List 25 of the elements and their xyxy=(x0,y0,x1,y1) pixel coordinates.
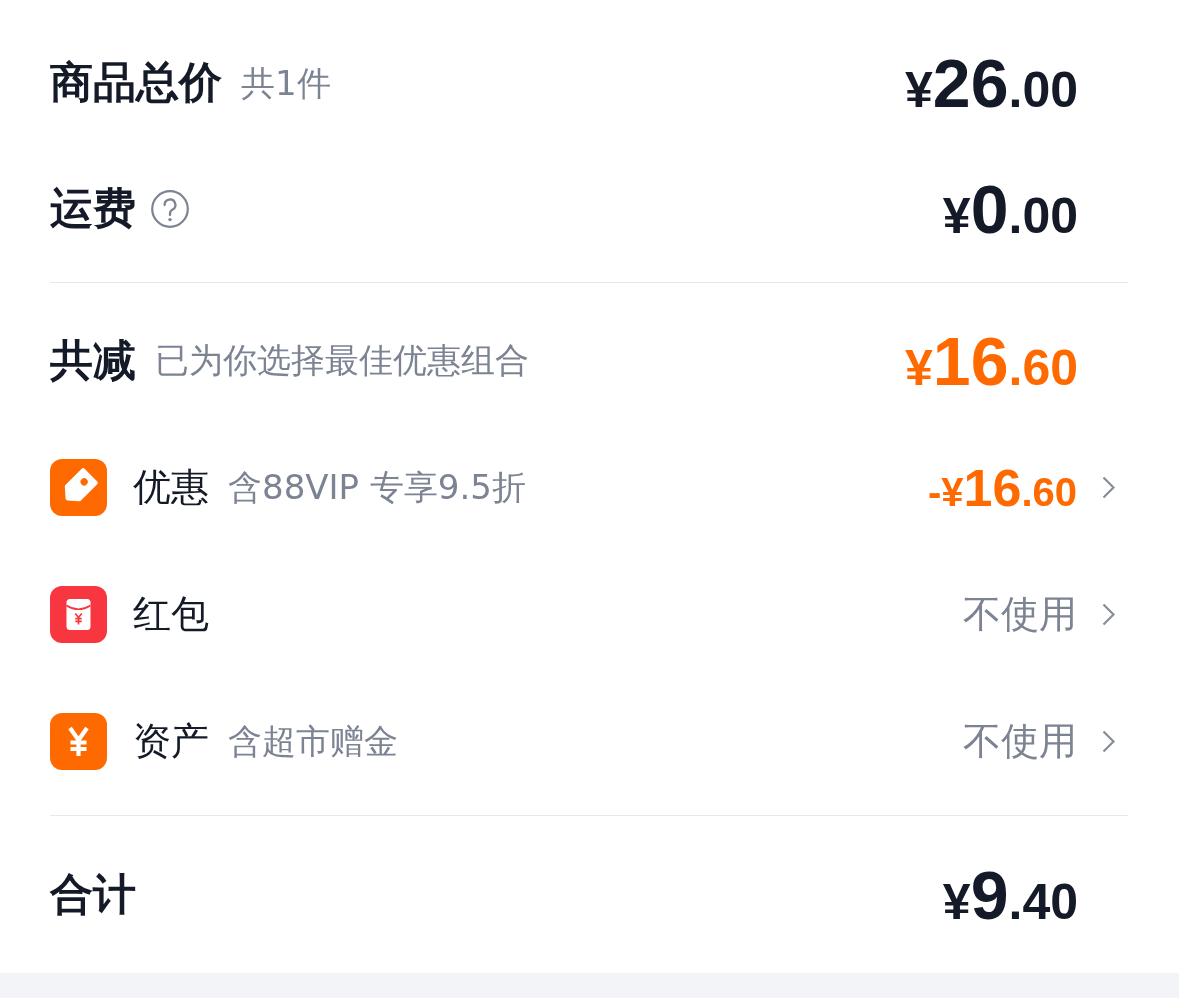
discount-total-amount: ¥16.60 xyxy=(905,326,1078,395)
row-note: 含88VIP 专享9.5折 xyxy=(228,467,526,508)
discount-selector[interactable]: -¥16.60 xyxy=(927,461,1115,514)
row-label: 资产 xyxy=(133,718,209,765)
amount-value: ¥26.00 xyxy=(905,49,1078,117)
discount-label: 共减 xyxy=(50,334,136,387)
envelope-icon xyxy=(50,586,107,643)
row-label: 运费 xyxy=(50,183,136,235)
chevron-right-icon xyxy=(1102,603,1115,626)
chevron-right-icon xyxy=(1102,730,1115,753)
option-selector[interactable]: 不使用 xyxy=(963,591,1115,638)
amount-value: ¥0.00 xyxy=(942,175,1078,243)
chevron-right-icon xyxy=(1102,476,1115,499)
option-selector[interactable]: 不使用 xyxy=(963,718,1115,765)
total-amount: ¥9.40 xyxy=(942,861,1078,929)
discount-note: 已为你选择最佳优惠组合 xyxy=(155,340,529,381)
row-label: 红包 xyxy=(133,591,209,638)
row-note: 含超市赠金 xyxy=(228,721,398,762)
row-label: 优惠 xyxy=(133,464,209,511)
price-tag-icon xyxy=(50,459,107,516)
yen-icon xyxy=(50,713,107,770)
help-icon[interactable] xyxy=(151,190,189,228)
row-label: 商品总价 xyxy=(50,57,222,109)
row-note: 共1件 xyxy=(241,62,331,104)
total-label: 合计 xyxy=(50,869,136,921)
